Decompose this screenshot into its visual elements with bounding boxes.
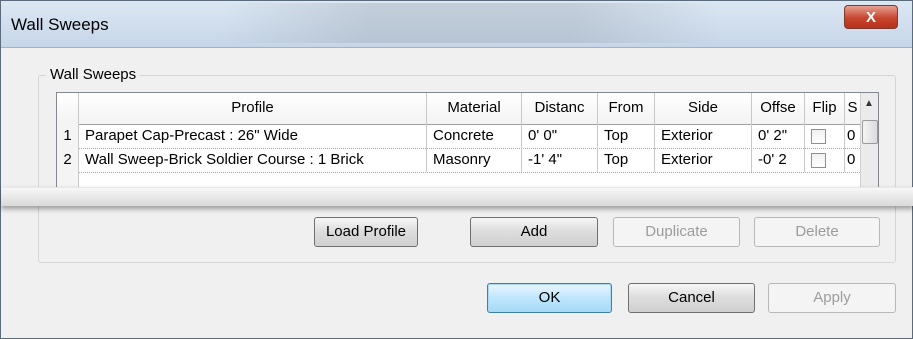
close-icon: X xyxy=(865,8,876,26)
table-header: Profile Material Distanc From Side Offse… xyxy=(57,93,878,125)
table-scrollbar[interactable]: ▲ xyxy=(860,93,878,188)
torn-edge-divider xyxy=(1,187,913,206)
title-bar: Wall Sweeps X xyxy=(1,1,912,48)
close-button[interactable]: X xyxy=(844,5,898,29)
material-cell[interactable]: Concrete xyxy=(427,124,522,148)
row-number[interactable]: 1 xyxy=(57,124,79,148)
side-cell[interactable]: Exterior xyxy=(655,124,752,148)
table-row[interactable]: 2 Wall Sweep-Brick Soldier Course : 1 Br… xyxy=(57,148,878,173)
profile-cell[interactable]: Parapet Cap-Precast : 26" Wide xyxy=(79,124,427,148)
scroll-up-arrow-icon[interactable]: ▲ xyxy=(864,98,874,109)
flip-cell xyxy=(805,148,845,172)
add-button[interactable]: Add xyxy=(470,217,598,247)
flip-checkbox[interactable] xyxy=(811,152,826,168)
side-cell[interactable]: Exterior xyxy=(655,148,752,172)
wall-sweeps-table: Profile Material Distanc From Side Offse… xyxy=(56,92,879,189)
s-cell[interactable]: 0 xyxy=(845,124,861,148)
cancel-button[interactable]: Cancel xyxy=(628,283,755,313)
header-offset[interactable]: Offse xyxy=(752,93,805,124)
groupbox-label: Wall Sweeps xyxy=(46,66,141,83)
from-cell[interactable]: Top xyxy=(598,124,655,148)
offset-cell[interactable]: -0' 2 xyxy=(752,148,805,172)
header-side[interactable]: Side xyxy=(655,93,752,124)
scrollbar-thumb[interactable] xyxy=(862,120,878,144)
flip-checkbox[interactable] xyxy=(811,128,826,144)
row-number[interactable]: 2 xyxy=(57,148,79,172)
header-from[interactable]: From xyxy=(598,93,655,124)
from-cell[interactable]: Top xyxy=(598,148,655,172)
header-material[interactable]: Material xyxy=(427,93,522,124)
ok-button[interactable]: OK xyxy=(487,283,612,313)
header-flip[interactable]: Flip xyxy=(805,93,845,124)
flip-cell xyxy=(805,124,845,148)
delete-button[interactable]: Delete xyxy=(754,217,880,247)
profile-cell[interactable]: Wall Sweep-Brick Soldier Course : 1 Bric… xyxy=(79,148,427,172)
header-profile[interactable]: Profile xyxy=(79,93,427,124)
distance-cell[interactable]: 0' 0" xyxy=(522,124,598,148)
table-row[interactable]: 1 Parapet Cap-Precast : 26" Wide Concret… xyxy=(57,124,878,149)
header-row-number[interactable] xyxy=(57,93,79,124)
background-window-blur xyxy=(221,3,721,43)
material-cell[interactable]: Masonry xyxy=(427,148,522,172)
distance-cell[interactable]: -1' 4" xyxy=(522,148,598,172)
header-distance[interactable]: Distanc xyxy=(522,93,598,124)
dialog-title: Wall Sweeps xyxy=(11,15,109,34)
header-s[interactable]: S xyxy=(845,93,861,124)
load-profile-button[interactable]: Load Profile xyxy=(314,217,418,247)
offset-cell[interactable]: 0' 2" xyxy=(752,124,805,148)
duplicate-button[interactable]: Duplicate xyxy=(613,217,740,247)
s-cell[interactable]: 0 xyxy=(845,148,861,172)
wall-sweeps-dialog: Wall Sweeps X Wall Sweeps Profile Materi… xyxy=(0,0,913,339)
apply-button[interactable]: Apply xyxy=(768,283,896,313)
